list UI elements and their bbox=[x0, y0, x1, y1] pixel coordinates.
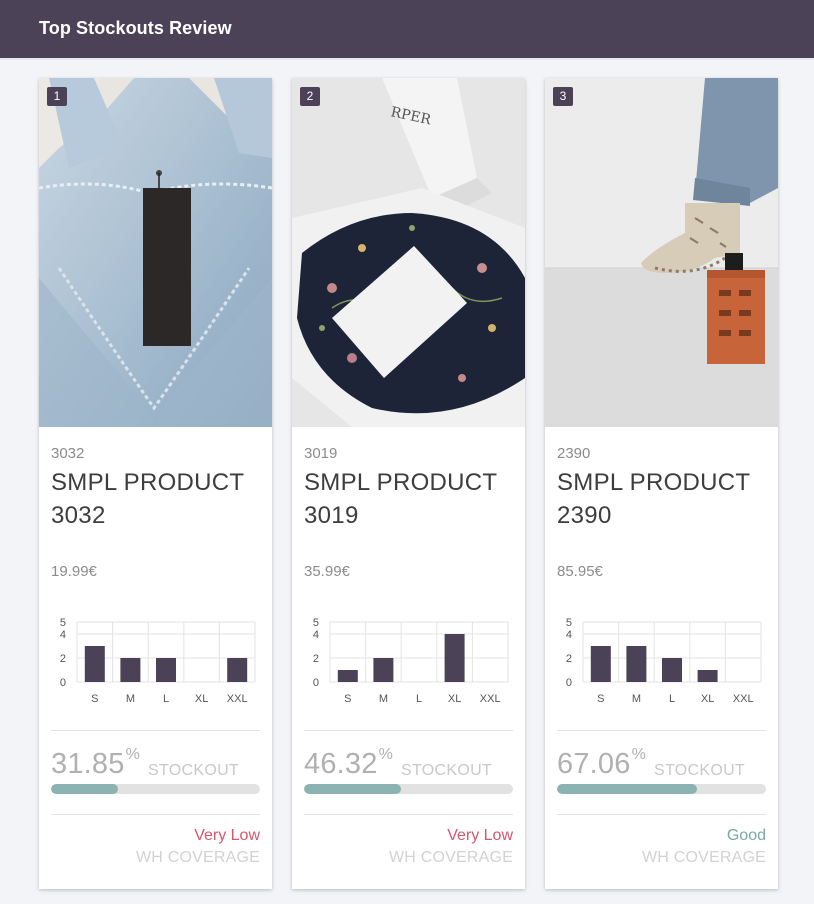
product-card[interactable]: 1 3032 SMPL PRODUCT 3032 19.99€ 0 2 45 S M L X… bbox=[39, 78, 272, 889]
x-tick-label: M bbox=[126, 693, 135, 705]
coverage-value: Very Low bbox=[447, 827, 513, 844]
product-card[interactable]: 3 2390 SMPL PRODUCT 2390 85.95€ 0 2 45 S M L X… bbox=[545, 78, 778, 889]
x-tick-label: L bbox=[669, 693, 675, 705]
product-name[interactable]: SMPL PRODUCT 3032 bbox=[51, 466, 261, 532]
coverage-label: WH COVERAGE bbox=[389, 849, 513, 866]
product-id: 3019 bbox=[304, 445, 338, 462]
y-tick-label: 0 bbox=[566, 677, 572, 689]
y-tick-label: 5 bbox=[313, 617, 319, 629]
rank-badge: 3 bbox=[553, 87, 573, 106]
x-tick-label: L bbox=[163, 693, 169, 705]
y-tick-label: 4 bbox=[566, 629, 572, 641]
product-image-ankle-boot[interactable]: 3 bbox=[545, 78, 778, 427]
product-name[interactable]: SMPL PRODUCT 3019 bbox=[304, 466, 514, 532]
size-stock-chart: 0 2 45 S M L XL XXL bbox=[313, 617, 509, 705]
product-card[interactable]: RPER 2 3019 SMPL PRODUCT 3019 35.99€ 0 2 4… bbox=[292, 78, 525, 889]
x-tick-label: XXL bbox=[227, 693, 248, 705]
coverage-label: WH COVERAGE bbox=[136, 849, 260, 866]
stockout-percent: 31.85% bbox=[51, 746, 141, 780]
bar-s[interactable] bbox=[84, 646, 105, 682]
bar-m[interactable] bbox=[120, 658, 141, 682]
y-tick-label: 4 bbox=[60, 629, 66, 641]
x-tick-label: M bbox=[379, 693, 388, 705]
coverage-value: Good bbox=[726, 827, 766, 844]
rank-badge: 2 bbox=[300, 87, 320, 106]
y-tick-label: 0 bbox=[313, 677, 319, 689]
divider bbox=[51, 814, 260, 815]
bar-xl[interactable] bbox=[444, 634, 465, 682]
coverage-value: Very Low bbox=[194, 827, 260, 844]
stockout-label: STOCKOUT bbox=[654, 762, 746, 779]
product-id: 2390 bbox=[557, 445, 591, 462]
bar-m[interactable] bbox=[626, 646, 647, 682]
x-tick-label: XL bbox=[195, 693, 208, 705]
top-bar: Top Stockouts Review bbox=[0, 0, 814, 58]
x-tick-label: XL bbox=[701, 693, 714, 705]
stockout-label: STOCKOUT bbox=[401, 762, 493, 779]
x-tick-label: XXL bbox=[480, 693, 501, 705]
bar-l[interactable] bbox=[156, 658, 176, 682]
stockout-percent: 67.06% bbox=[557, 746, 647, 780]
product-name[interactable]: SMPL PRODUCT 2390 bbox=[557, 466, 767, 532]
product-price: 85.95€ bbox=[557, 563, 603, 580]
product-image-denim-overalls[interactable]: 1 bbox=[39, 78, 272, 427]
y-tick-label: 2 bbox=[566, 653, 572, 665]
bar-m[interactable] bbox=[373, 658, 394, 682]
stockout-progress-fill bbox=[557, 784, 698, 794]
product-price: 19.99€ bbox=[51, 563, 97, 580]
divider bbox=[304, 814, 513, 815]
rank-badge: 1 bbox=[47, 87, 67, 106]
stockout-label: STOCKOUT bbox=[148, 762, 240, 779]
y-tick-label: 0 bbox=[60, 677, 66, 689]
page-title: Top Stockouts Review bbox=[39, 18, 232, 38]
x-tick-label: S bbox=[344, 693, 351, 705]
product-image-floral-top-box[interactable]: RPER 2 bbox=[292, 78, 525, 427]
stockout-progress-bar bbox=[304, 784, 513, 794]
product-price: 35.99€ bbox=[304, 563, 350, 580]
top-bar-shadow bbox=[0, 58, 814, 61]
bar-s[interactable] bbox=[590, 646, 611, 682]
stockout-percent: 46.32% bbox=[304, 746, 394, 780]
size-stock-chart: 0 2 45 S M L XL XXL bbox=[60, 617, 256, 705]
y-tick-label: 2 bbox=[313, 653, 319, 665]
bar-xxl[interactable] bbox=[227, 658, 248, 682]
coverage-label: WH COVERAGE bbox=[642, 849, 766, 866]
product-id: 3032 bbox=[51, 445, 85, 462]
x-tick-label: L bbox=[416, 693, 422, 705]
bar-xl[interactable] bbox=[697, 670, 718, 682]
divider bbox=[304, 730, 513, 731]
stockout-progress-fill bbox=[51, 784, 118, 794]
divider bbox=[557, 730, 766, 731]
x-tick-label: M bbox=[632, 693, 641, 705]
x-tick-label: S bbox=[91, 693, 98, 705]
size-stock-chart: 0 2 45 S M L XL XXL bbox=[566, 617, 762, 705]
bar-s[interactable] bbox=[337, 670, 358, 682]
x-tick-label: S bbox=[597, 693, 604, 705]
y-tick-label: 5 bbox=[60, 617, 66, 629]
divider bbox=[557, 814, 766, 815]
y-tick-label: 5 bbox=[566, 617, 572, 629]
y-tick-label: 2 bbox=[60, 653, 66, 665]
y-tick-label: 4 bbox=[313, 629, 319, 641]
stockout-progress-bar bbox=[557, 784, 766, 794]
x-tick-label: XXL bbox=[733, 693, 754, 705]
stockout-progress-bar bbox=[51, 784, 260, 794]
divider bbox=[51, 730, 260, 731]
x-tick-label: XL bbox=[448, 693, 461, 705]
stockout-progress-fill bbox=[304, 784, 401, 794]
bar-l[interactable] bbox=[662, 658, 682, 682]
